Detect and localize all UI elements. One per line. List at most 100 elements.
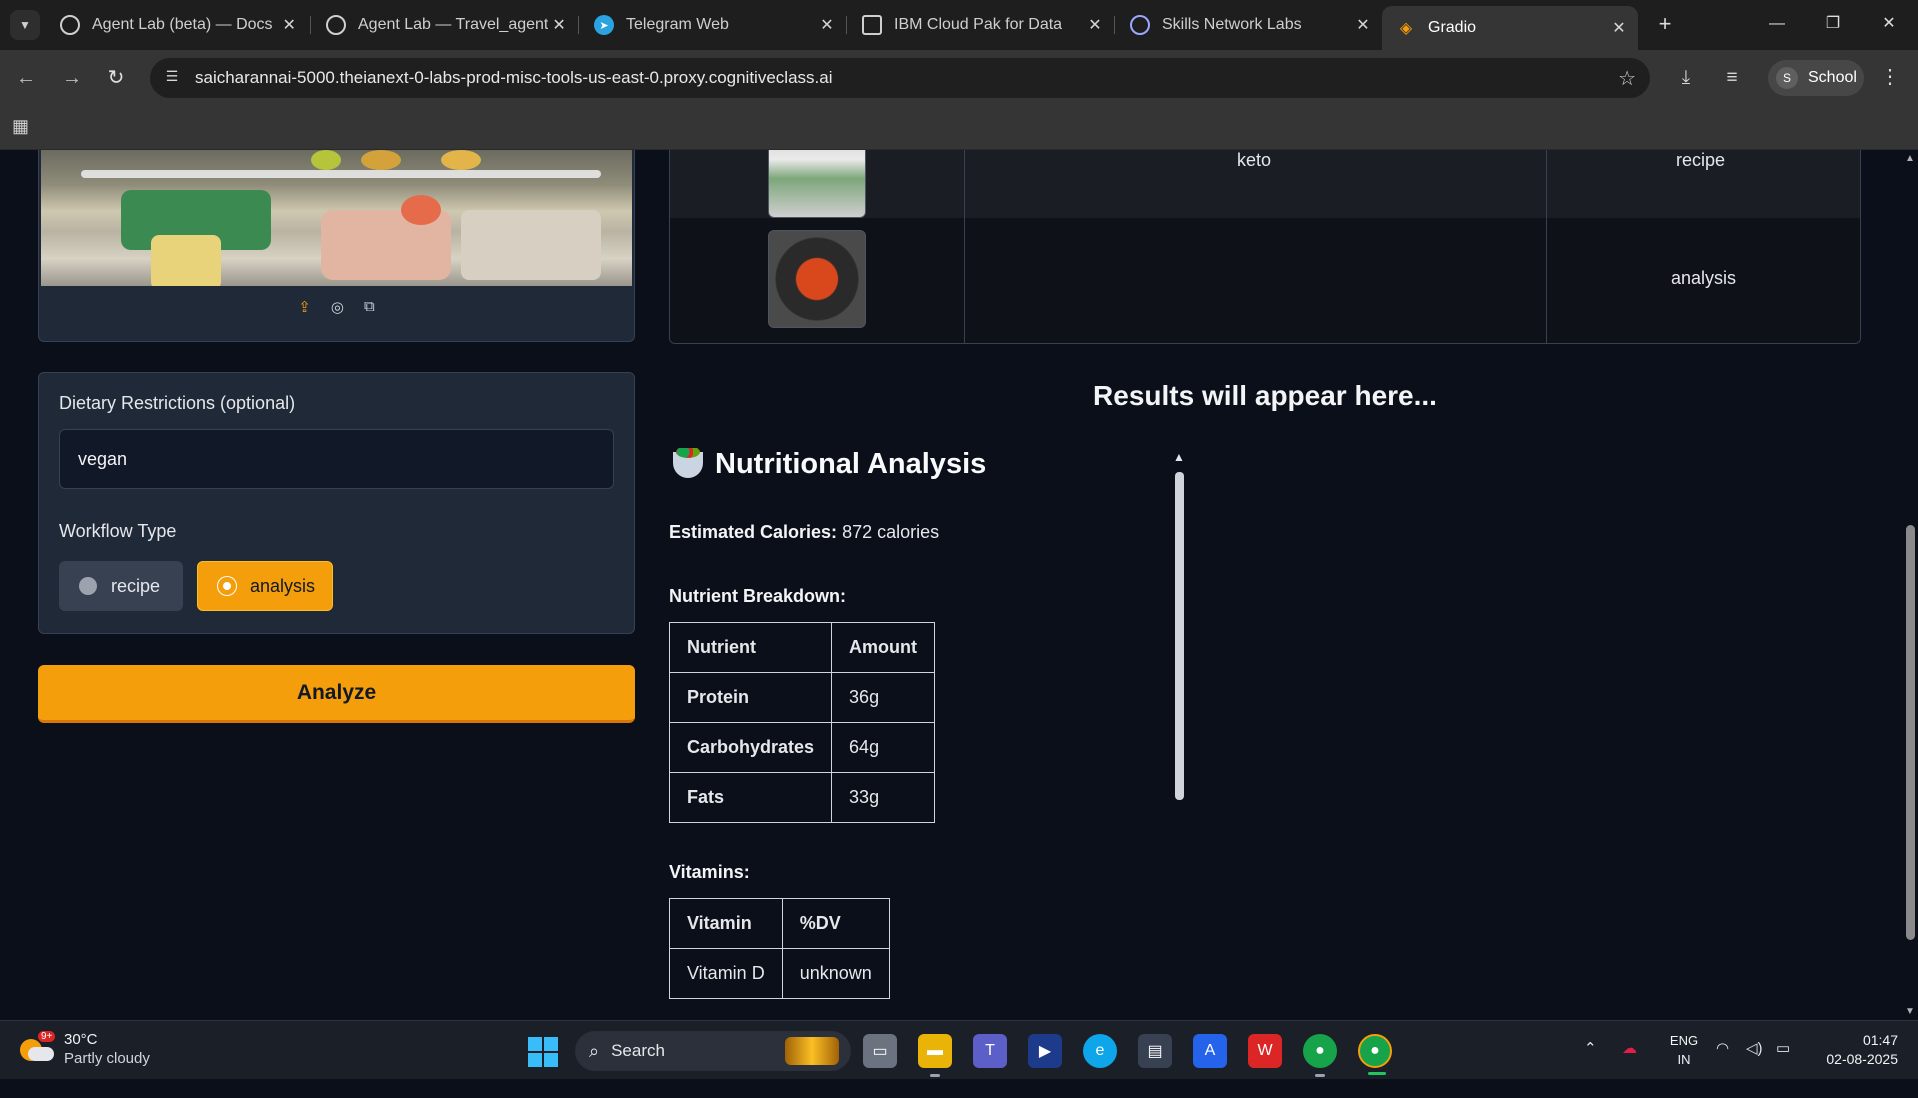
dietary-label: Dietary Restrictions (optional) — [59, 393, 296, 413]
scroll-up-icon[interactable]: ▲ — [1173, 450, 1185, 464]
language-indicator[interactable]: ENG IN — [1666, 1031, 1702, 1069]
partly-cloudy-icon: 9+ — [20, 1031, 56, 1065]
table-row: Protein 36g — [669, 672, 936, 723]
example-dish-image — [768, 230, 866, 328]
dietary-input[interactable]: vegan — [59, 429, 614, 489]
teams-icon[interactable]: T — [973, 1034, 1007, 1068]
battery-icon[interactable]: ▭ — [1776, 1039, 1790, 1098]
column-divider — [964, 150, 965, 343]
store-icon[interactable]: ▤ — [1138, 1034, 1172, 1068]
scrollbar-thumb[interactable] — [1175, 472, 1184, 800]
fruit — [311, 150, 341, 170]
nutrition-heading: Nutritional Analysis — [673, 448, 986, 481]
edge-icon[interactable]: e — [1083, 1034, 1117, 1068]
scroll-up-icon[interactable]: ▲ — [1905, 153, 1915, 164]
results-title: Results will appear here... — [1093, 380, 1437, 411]
tab-ibm-cloud-pak[interactable]: IBM Cloud Pak for Data ✕ — [848, 8, 1114, 42]
chevron-down-icon: ▼ — [19, 18, 31, 32]
workflow-radio-analysis[interactable]: analysis — [197, 561, 333, 611]
chrome-icon[interactable]: ● — [1303, 1034, 1337, 1077]
agent-lab-icon — [60, 15, 80, 35]
example-row[interactable]: keto recipe — [670, 150, 1860, 218]
table-header-row: Nutrient Amount — [669, 622, 936, 673]
analyze-button[interactable]: Analyze — [38, 665, 635, 723]
upload-icon[interactable]: ⇪ — [298, 298, 311, 316]
prime-video-icon[interactable]: ▶ — [1028, 1034, 1062, 1068]
reload-button[interactable]: ↻ — [102, 64, 130, 92]
site-info-icon[interactable]: ☰ — [162, 68, 182, 88]
profile-button[interactable]: S School — [1768, 60, 1864, 96]
tab-telegram[interactable]: ➤ Telegram Web ✕ — [580, 8, 846, 42]
forward-button[interactable]: → — [58, 64, 86, 92]
close-icon[interactable]: ✕ — [548, 15, 570, 35]
search-icon: ⌕ — [589, 1040, 600, 1061]
wifi-icon[interactable]: ◠ — [1716, 1039, 1729, 1098]
media-queue-icon[interactable]: ≡ — [1718, 64, 1746, 92]
reload-icon: ↻ — [107, 67, 125, 89]
webcam-icon[interactable]: ◎ — [331, 298, 344, 316]
example-fridge-image — [768, 150, 866, 218]
close-icon[interactable]: ✕ — [1608, 18, 1630, 38]
address-bar[interactable]: ☰ saicharannai-5000.theianext-0-labs-pro… — [150, 58, 1650, 98]
windows-taskbar: 9+ 30°C Partly cloudy ⌕ Search ▭ ▬ T ▶ e… — [0, 1020, 1918, 1079]
tab-skills-network[interactable]: Skills Network Labs ✕ — [1116, 8, 1382, 42]
bookmarks-bar: ▦ — [0, 106, 1918, 150]
tab-gradio[interactable]: ◈ Gradio ✕ — [1382, 6, 1638, 50]
example-workflow: recipe — [1676, 150, 1726, 170]
apps-grid-icon[interactable]: ▦ — [12, 116, 34, 138]
minimize-button[interactable]: — — [1754, 8, 1800, 40]
results-markdown: Nutritional Analysis Estimated Calories:… — [669, 448, 1839, 1020]
clipboard-icon[interactable]: ⧉ — [364, 298, 375, 316]
fruit — [441, 150, 481, 170]
tab-agent-lab-travel[interactable]: Agent Lab — Travel_agent ✕ — [312, 8, 578, 42]
volume-icon[interactable]: ◁) — [1746, 1039, 1763, 1098]
tab-separator — [310, 16, 311, 34]
close-icon[interactable]: ✕ — [1084, 15, 1106, 35]
task-view-icon[interactable]: ▭ — [863, 1034, 897, 1068]
restore-button[interactable]: ❐ — [1810, 8, 1856, 40]
show-hidden-icons[interactable]: ⌃ — [1584, 1039, 1597, 1098]
clock[interactable]: 01:47 02-08-2025 — [1818, 1031, 1898, 1069]
start-button[interactable] — [528, 1037, 558, 1067]
download-icon[interactable]: ⤓ — [1672, 64, 1700, 92]
fruit — [361, 150, 401, 170]
scroll-down-icon[interactable]: ▼ — [1905, 1006, 1915, 1017]
close-icon[interactable]: ✕ — [816, 15, 838, 35]
tab-strip: ▼ Agent Lab (beta) — Docs | ✕ Agent Lab … — [0, 0, 1918, 50]
taskbar-search[interactable]: ⌕ Search — [575, 1031, 851, 1071]
scrollbar-thumb[interactable] — [1906, 525, 1915, 940]
onedrive-icon[interactable]: ☁ — [1622, 1039, 1637, 1098]
more-menu-icon[interactable]: ⋮ — [1880, 64, 1900, 89]
tab-agent-lab-docs[interactable]: Agent Lab (beta) — Docs | ✕ — [46, 8, 308, 42]
back-button[interactable]: ← — [12, 64, 40, 92]
wps-office-icon[interactable]: W — [1248, 1034, 1282, 1068]
tab-search-button[interactable]: ▼ — [10, 10, 40, 40]
chrome-profile-icon[interactable]: ● — [1358, 1034, 1392, 1075]
telegram-icon: ➤ — [594, 15, 614, 35]
salad-bowl-icon — [673, 448, 703, 478]
tab-separator — [578, 16, 579, 34]
table-row: Carbohydrates 64g — [669, 722, 936, 773]
page-scrollbar[interactable]: ▲ ▼ — [1902, 150, 1918, 1020]
weather-widget[interactable]: 9+ 30°C Partly cloudy — [20, 1031, 150, 1069]
vitamin-table: Vitamin %DV Vitamin D unknown — [669, 898, 890, 999]
url-text[interactable]: saicharannai-5000.theianext-0-labs-prod-… — [195, 68, 832, 88]
image-input-panel[interactable]: ⇪ ◎ ⧉ — [38, 150, 635, 342]
arrow-left-icon: ← — [16, 67, 36, 89]
new-tab-button[interactable]: + — [1650, 10, 1680, 40]
workflow-radio-recipe[interactable]: recipe — [59, 561, 183, 611]
close-icon[interactable]: ✕ — [278, 15, 300, 35]
results-scrollbar[interactable]: ▲ — [1171, 450, 1187, 1020]
tab-separator — [846, 16, 847, 34]
table-header-row: Vitamin %DV — [669, 898, 890, 949]
fridge-shelf — [81, 170, 601, 178]
table-row: Vitamin D unknown — [669, 948, 890, 999]
column-divider — [1546, 150, 1547, 343]
bookmark-star-icon[interactable]: ☆ — [1618, 66, 1636, 91]
close-icon[interactable]: ✕ — [1352, 15, 1374, 35]
skills-network-icon — [1130, 15, 1150, 35]
azure-icon[interactable]: A — [1193, 1034, 1227, 1068]
example-row[interactable]: analysis — [670, 218, 1860, 343]
file-explorer-icon[interactable]: ▬ — [918, 1034, 952, 1077]
window-close-button[interactable]: ✕ — [1866, 8, 1912, 40]
